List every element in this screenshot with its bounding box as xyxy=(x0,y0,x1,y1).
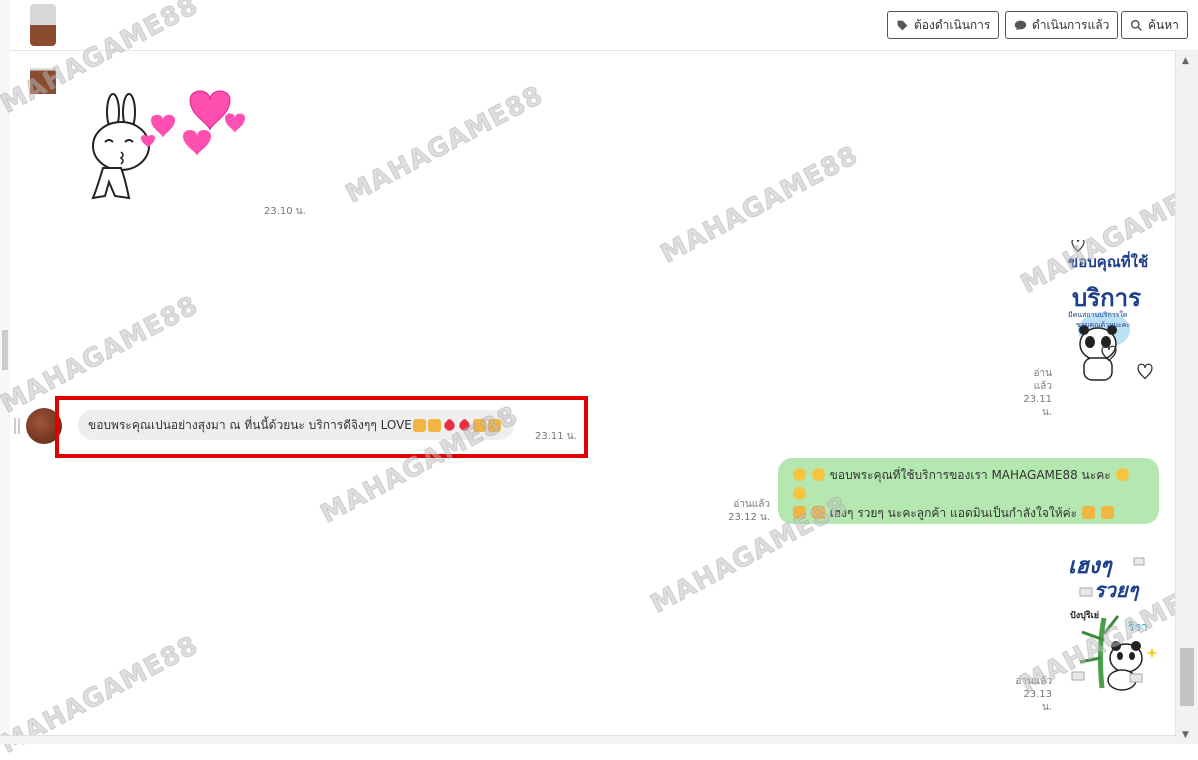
lucky-panda-sticker[interactable]: เฮงๆ รวยๆ ปังปุริเย่ ริรา xyxy=(1064,548,1160,696)
scroll-down-icon[interactable]: ▼ xyxy=(1182,730,1189,740)
highlight-box xyxy=(55,396,588,458)
thank-you-panda-sticker[interactable]: ขอบคุณที่ใช้ บริการ มีคนสถานบริการใด ขอบ… xyxy=(1062,240,1162,385)
star-eyes-emoji-icon xyxy=(811,468,825,481)
tag-icon xyxy=(897,20,908,30)
watermark: MAHAGAME88 xyxy=(340,80,549,210)
bunny-hearts-sticker[interactable] xyxy=(85,78,250,210)
search-button-label: ค้นหา xyxy=(1148,17,1179,32)
search-button[interactable]: ค้นหา xyxy=(1121,11,1188,39)
star-eyes-emoji-icon xyxy=(1115,468,1129,481)
hand-emoji-icon xyxy=(811,506,825,519)
scroll-thumb[interactable] xyxy=(1180,648,1194,706)
sticker-text-line: ขอบคุณด้วยนะคะ xyxy=(1076,321,1131,329)
outgoing-message-line: เฮงๆ รวยๆ นะคะลูกค้า แอดมินเป็นกำลังใจให… xyxy=(792,504,1145,523)
message-time: 23.10 น. xyxy=(264,206,306,217)
drag-handle[interactable] xyxy=(14,418,20,434)
read-receipt: อ่านแล้ว 23.13 น. xyxy=(1012,675,1052,714)
message-time: 23.13 น. xyxy=(1023,689,1052,713)
read-label: อ่านแล้ว xyxy=(1015,676,1052,687)
outgoing-message-text: ขอบพระคุณที่ใช้บริการของเรา MAHAGAME88 น… xyxy=(829,468,1111,482)
emoji-icon xyxy=(793,468,806,481)
message-input-edge xyxy=(0,735,1176,744)
todo-button-label: ต้องดำเนินการ xyxy=(914,17,991,32)
sticker-text-line: รวยๆ xyxy=(1094,578,1139,602)
read-label: อ่านแล้ว xyxy=(1033,368,1052,392)
sticker-text-line: ริรา xyxy=(1128,620,1148,634)
done-button[interactable]: ดำเนินการแล้ว xyxy=(1005,11,1119,39)
contact-avatar[interactable] xyxy=(30,4,56,46)
outgoing-message-text: เฮงๆ รวยๆ นะคะลูกค้า แอดมินเป็นกำลังใจให… xyxy=(829,506,1078,520)
chat-scrollbar[interactable]: ▲ ▼ xyxy=(1175,50,1198,744)
contact-avatar-secondary xyxy=(30,68,56,94)
outgoing-message-line: ขอบพระคุณที่ใช้บริการของเรา MAHAGAME88 น… xyxy=(792,466,1145,504)
hand-emoji-icon xyxy=(1100,506,1114,519)
sticker-text-line: ขอบคุณที่ใช้ xyxy=(1068,253,1149,271)
chat-bubble-icon xyxy=(1014,20,1027,30)
hand-emoji-icon xyxy=(1081,506,1095,519)
done-button-label: ดำเนินการแล้ว xyxy=(1032,17,1110,32)
todo-button[interactable]: ต้องดำเนินการ xyxy=(887,11,1000,39)
read-receipt: อ่านแล้ว 23.11 น. xyxy=(1016,367,1052,419)
scroll-up-icon[interactable]: ▲ xyxy=(1182,56,1189,66)
emoji-icon xyxy=(793,487,806,500)
search-icon xyxy=(1130,19,1142,31)
read-receipt: อ่านแล้ว 23.12 น. xyxy=(728,498,770,524)
watermark: MAHAGAME88 xyxy=(655,140,864,270)
hand-emoji-icon xyxy=(793,506,806,519)
outgoing-message-bubble[interactable]: ขอบพระคุณที่ใช้บริการของเรา MAHAGAME88 น… xyxy=(778,458,1159,524)
sticker-text-line: ปังปุริเย่ xyxy=(1070,611,1100,621)
message-time: 23.11 น. xyxy=(1023,394,1052,418)
message-time: 23.12 น. xyxy=(728,512,770,523)
left-panel-edge[interactable] xyxy=(0,0,10,744)
read-label: อ่านแล้ว xyxy=(733,499,770,510)
panel-resize-handle[interactable] xyxy=(2,330,8,370)
